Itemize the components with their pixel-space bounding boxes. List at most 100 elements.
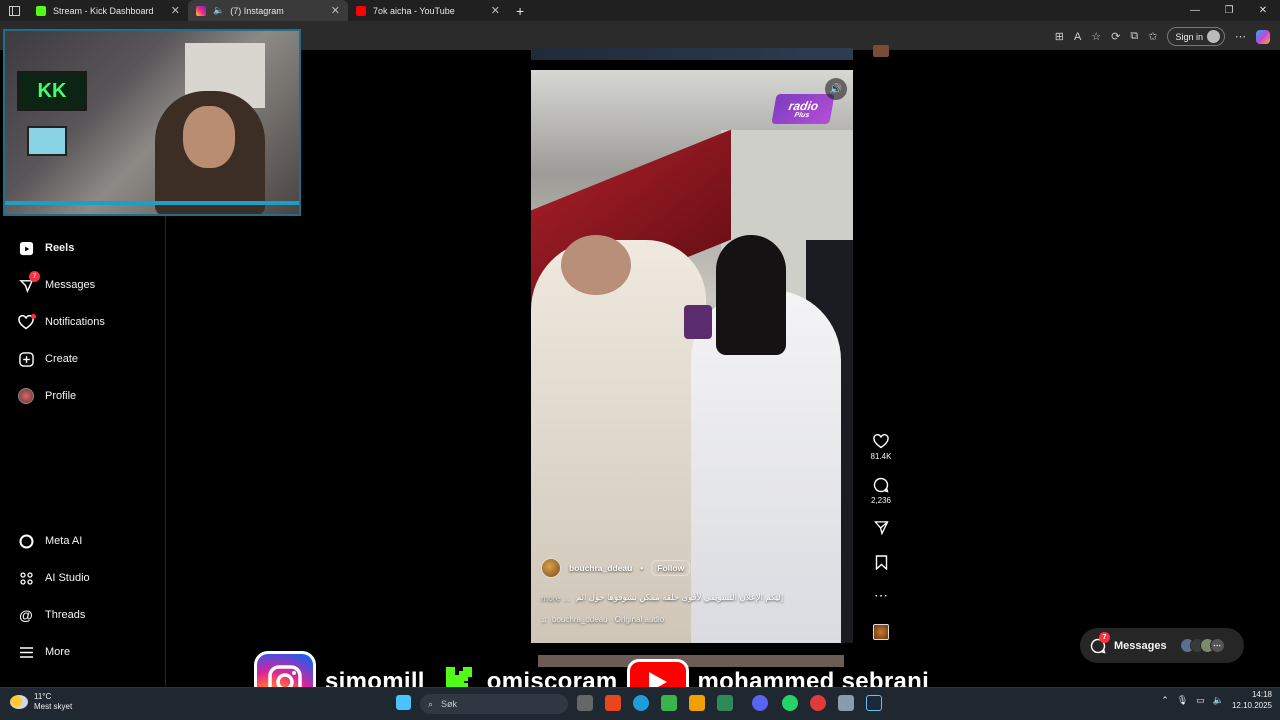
close-tab-icon[interactable]: ✕ bbox=[171, 4, 180, 17]
clock[interactable]: 14:18 12.10.2025 bbox=[1232, 689, 1272, 711]
tab-title: (7) Instagram bbox=[230, 5, 284, 16]
sidebar-item-label: Profile bbox=[45, 390, 77, 402]
sidebar-item-notifications[interactable]: Notifications bbox=[18, 314, 105, 330]
more-menu-icon[interactable]: ⋯ bbox=[1235, 30, 1246, 43]
whatsapp-icon[interactable] bbox=[782, 695, 798, 711]
caption-more-link[interactable]: more ... bbox=[541, 593, 570, 603]
audio-label[interactable]: bouchra_ddeau · Original audio bbox=[552, 615, 664, 624]
monitor-shape bbox=[27, 126, 67, 156]
volume-icon[interactable]: 🔈 bbox=[1213, 695, 1224, 706]
meta-ai-icon bbox=[18, 533, 34, 549]
sidebar-item-meta-ai[interactable]: Meta AI bbox=[18, 533, 82, 549]
app-icon[interactable] bbox=[717, 695, 733, 711]
edge-icon[interactable] bbox=[633, 695, 649, 711]
more-options-icon[interactable]: ⋯ bbox=[869, 588, 893, 602]
sidebar-item-label: Notifications bbox=[45, 316, 105, 328]
split-screen-icon[interactable]: ⧉ bbox=[1130, 30, 1138, 43]
discord-icon[interactable] bbox=[752, 695, 768, 711]
separator: • bbox=[640, 563, 644, 573]
webcam-overlay: KK bbox=[3, 29, 301, 216]
brave-icon[interactable] bbox=[605, 695, 621, 711]
network-icon[interactable]: ▭ bbox=[1196, 695, 1205, 706]
favorites-icon[interactable]: ✩ bbox=[1148, 30, 1157, 43]
woman-hair bbox=[716, 235, 786, 355]
volume-icon[interactable]: 🔊 bbox=[825, 78, 847, 100]
led-strip bbox=[5, 201, 299, 205]
messages-badge: 7 bbox=[29, 271, 40, 282]
notification-dot bbox=[31, 314, 36, 319]
sidebar-item-more[interactable]: More bbox=[18, 644, 70, 660]
music-note-icon: ♫ bbox=[541, 615, 547, 624]
extensions-icon[interactable]: ⟳ bbox=[1111, 30, 1120, 43]
maximize-button[interactable]: ❐ bbox=[1212, 5, 1246, 16]
share-button[interactable] bbox=[869, 520, 893, 538]
save-button[interactable] bbox=[869, 555, 893, 573]
minimize-button[interactable]: — bbox=[1178, 5, 1212, 16]
apps-icon[interactable]: ⊞ bbox=[1055, 30, 1064, 43]
settings-icon[interactable] bbox=[838, 695, 854, 711]
profile-avatar bbox=[18, 388, 34, 404]
logo-subtext: Plus bbox=[793, 111, 810, 119]
taskbar-search[interactable]: ⌕ Søk bbox=[420, 694, 568, 714]
sidebar-item-profile[interactable]: Profile bbox=[18, 388, 76, 404]
microphone bbox=[684, 305, 712, 339]
like-button[interactable]: 81.4K bbox=[869, 434, 893, 461]
comment-button[interactable]: 2,236 bbox=[869, 477, 893, 505]
previous-reel-peek[interactable] bbox=[531, 48, 853, 60]
tab-title: Stream - Kick Dashboard bbox=[53, 5, 154, 16]
plus-square-icon bbox=[18, 351, 34, 367]
copilot-icon[interactable] bbox=[1256, 29, 1270, 44]
weather-icon bbox=[10, 695, 28, 709]
comment-count: 2,236 bbox=[870, 496, 892, 505]
tab-kick-dashboard[interactable]: Stream - Kick Dashboard ✕ bbox=[28, 0, 188, 21]
folder-icon[interactable] bbox=[689, 695, 705, 711]
sidebar-item-create[interactable]: Create bbox=[18, 351, 78, 367]
sidebar-item-label: Reels bbox=[45, 242, 75, 254]
date: 12.10.2025 bbox=[1231, 701, 1272, 710]
sidebar-item-messages[interactable]: 7 Messages bbox=[18, 271, 95, 293]
man-head bbox=[561, 235, 631, 295]
messenger-icon: 7 bbox=[1090, 631, 1110, 654]
close-tab-icon[interactable]: ✕ bbox=[331, 4, 340, 17]
close-window-button[interactable]: ✕ bbox=[1246, 5, 1280, 16]
sidebar-item-ai-studio[interactable]: AI Studio bbox=[18, 570, 90, 586]
window-controls: — ❐ ✕ bbox=[1178, 0, 1280, 21]
previous-reel-audio-thumb[interactable] bbox=[873, 45, 889, 57]
tab-youtube[interactable]: 7ok aicha - YouTube ✕ bbox=[348, 0, 508, 21]
start-button[interactable] bbox=[396, 695, 411, 710]
messages-badge: 7 bbox=[1099, 631, 1110, 643]
tab-actions-icon[interactable] bbox=[0, 0, 28, 21]
chevron-up-icon[interactable]: ⌃ bbox=[1161, 695, 1169, 706]
audio-thumbnail[interactable] bbox=[873, 624, 889, 640]
obs-icon[interactable] bbox=[810, 695, 826, 711]
author-avatar[interactable] bbox=[541, 558, 561, 578]
sidebar-item-reels[interactable]: Reels bbox=[18, 240, 74, 256]
new-tab-button[interactable]: + bbox=[508, 0, 532, 21]
author-username[interactable]: bouchra_ddeau bbox=[569, 563, 632, 573]
favorite-star-icon[interactable]: ☆ bbox=[1091, 30, 1101, 43]
threads-icon: @ bbox=[19, 607, 33, 623]
heart-icon bbox=[18, 314, 36, 330]
neon-sign: KK bbox=[17, 71, 87, 111]
xbox-icon[interactable] bbox=[661, 695, 677, 711]
reel-video[interactable]: radio Plus 🔊 bouchra_ddeau • Follow more… bbox=[531, 70, 853, 643]
sidebar-item-threads[interactable]: @ Threads bbox=[18, 607, 85, 623]
weather-widget[interactable]: 11°C Mest skyet bbox=[10, 692, 72, 712]
speaker-icon[interactable]: 🔈 bbox=[213, 5, 224, 16]
search-placeholder: Søk bbox=[441, 699, 458, 709]
chat-avatar-more: ⋯ bbox=[1209, 638, 1225, 653]
messages-pill-label: Messages bbox=[1114, 639, 1167, 652]
microphone-icon[interactable]: 🎙 bbox=[1177, 695, 1188, 706]
task-view-icon[interactable] bbox=[577, 695, 593, 711]
steam-icon[interactable] bbox=[866, 695, 882, 711]
messages-pill[interactable]: 7 Messages ⋯ bbox=[1080, 628, 1244, 663]
like-count: 81.4K bbox=[870, 452, 892, 461]
tab-instagram[interactable]: 🔈 (7) Instagram ✕ bbox=[188, 0, 348, 21]
read-aloud-icon[interactable]: A bbox=[1074, 31, 1081, 43]
heart-icon bbox=[873, 434, 889, 449]
sign-in-button[interactable]: Sign in bbox=[1167, 27, 1225, 46]
comment-icon bbox=[873, 477, 889, 493]
close-tab-icon[interactable]: ✕ bbox=[491, 4, 500, 17]
follow-button[interactable]: Follow bbox=[651, 560, 691, 576]
tab-title: 7ok aicha - YouTube bbox=[373, 5, 455, 16]
